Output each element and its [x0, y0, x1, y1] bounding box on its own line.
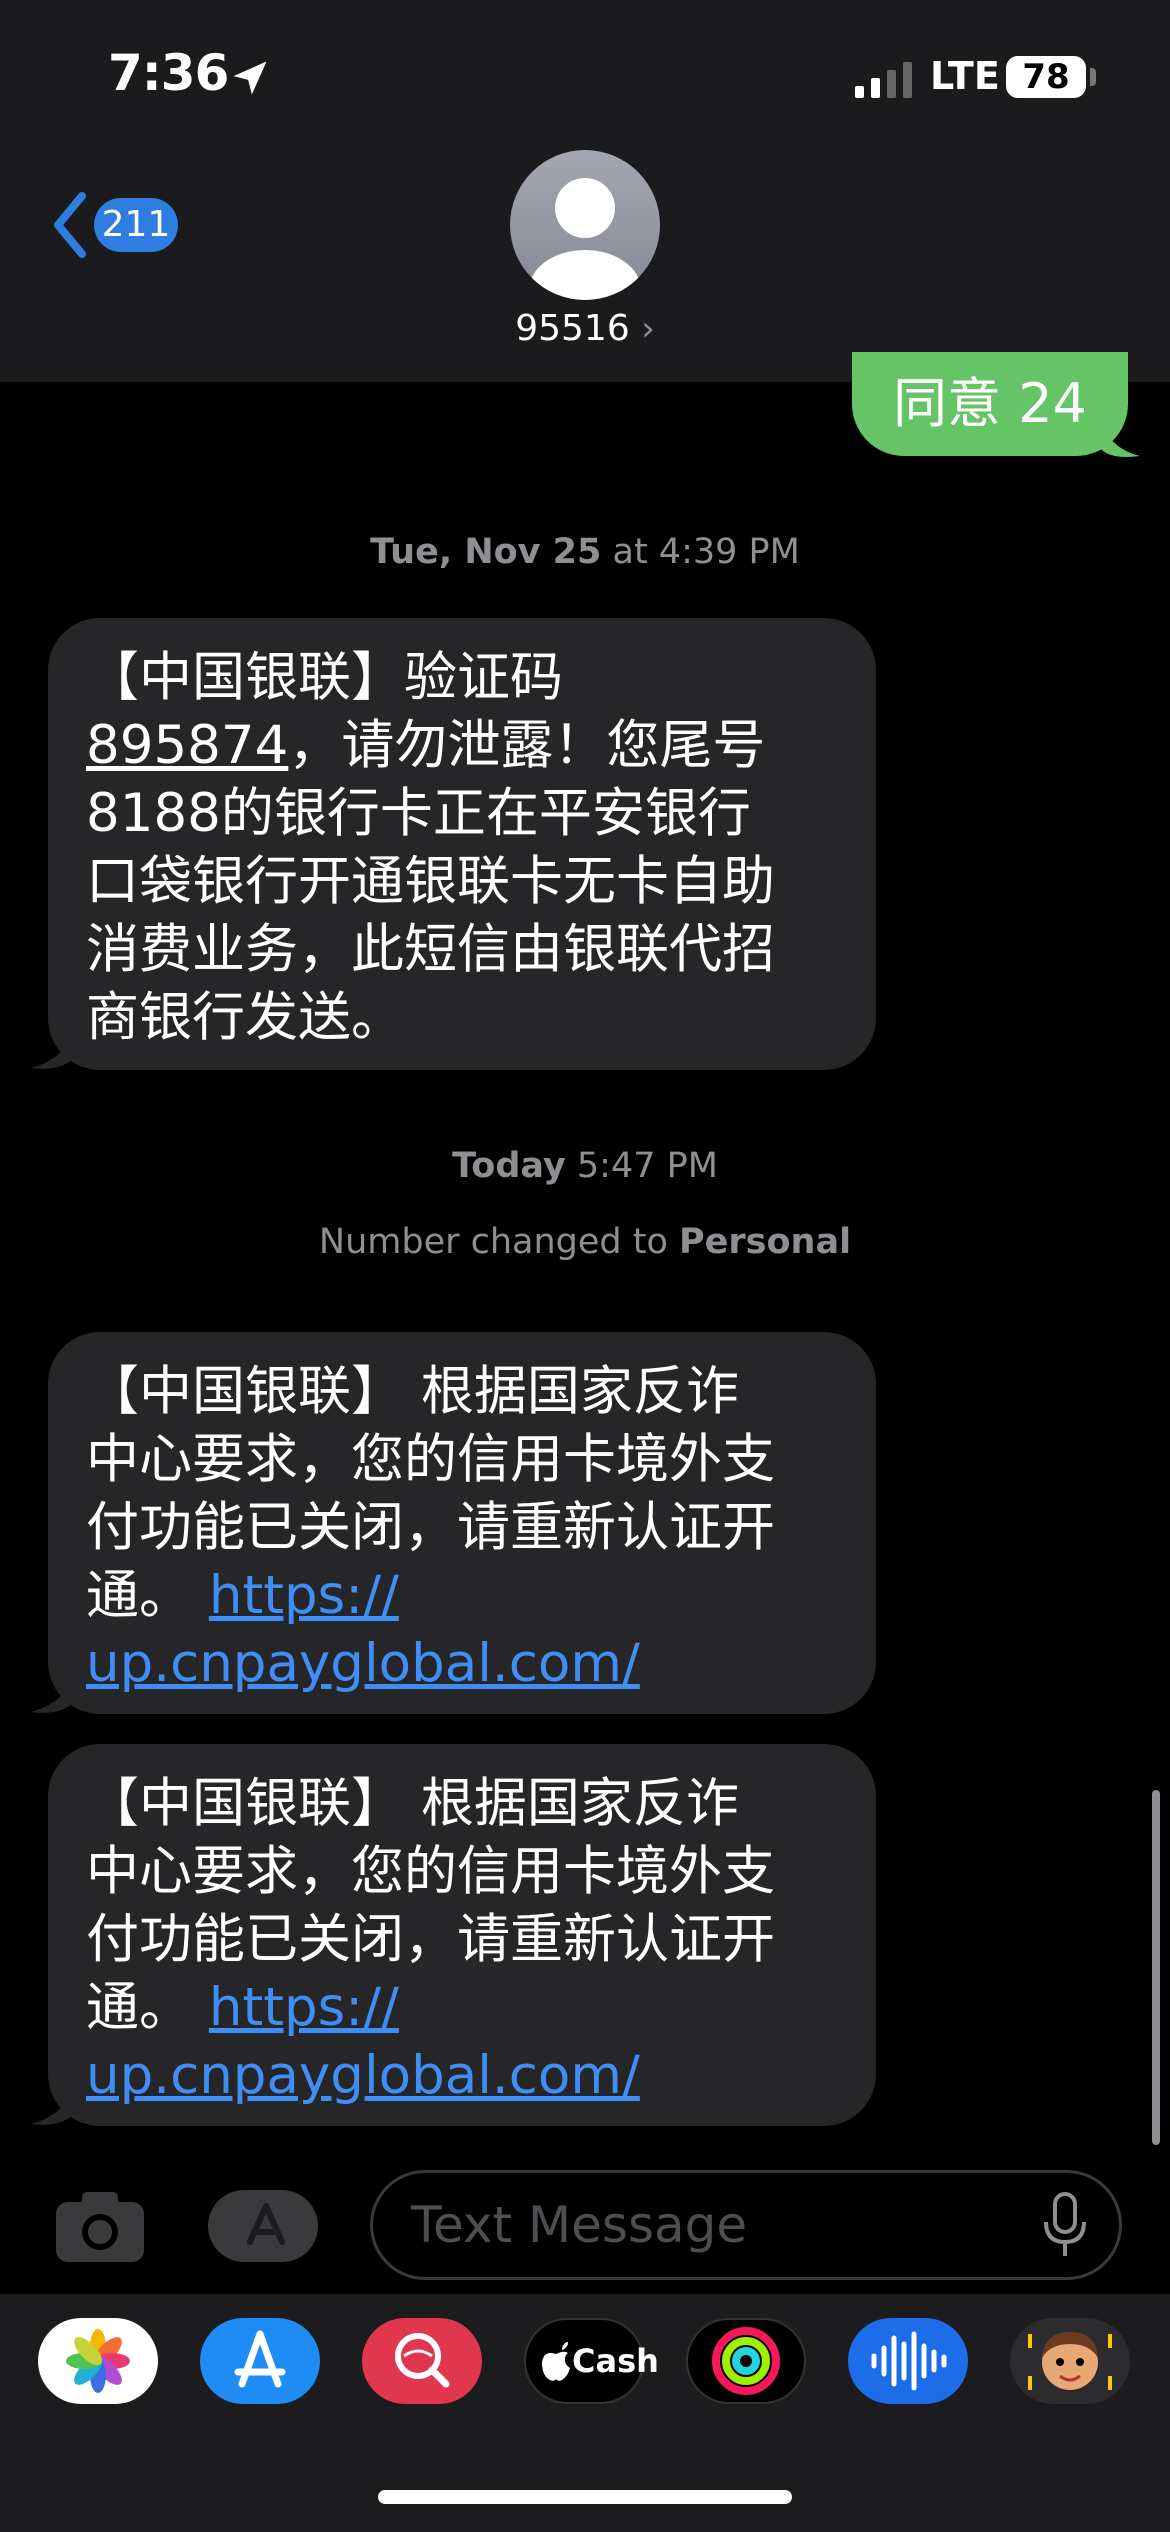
app-store-app-icon[interactable] [200, 2318, 320, 2404]
message-link[interactable]: up.cnpayglobal.com/ [86, 1633, 640, 1694]
app-store-icon [247, 2203, 285, 2245]
message-link[interactable]: https:// [209, 1565, 399, 1626]
status-bar: 7:36 LTE 78 [0, 0, 1170, 150]
network-type: LTE [930, 54, 1000, 98]
message-text: 895874，请勿泄露！您尾号 [86, 712, 838, 780]
contact-name[interactable]: 95516 › [0, 308, 1170, 349]
apple-cash-app-icon[interactable]: Cash [524, 2318, 659, 2404]
timestamp-time: 5:47 PM [565, 1146, 718, 1186]
back-chevron-icon[interactable] [50, 190, 90, 260]
apple-cash-label: Cash [572, 2342, 659, 2380]
camera-icon[interactable] [54, 2188, 146, 2264]
message-text: 付功能已关闭，请重新认证开 [86, 1497, 775, 1558]
contact-avatar-icon[interactable] [510, 150, 660, 300]
fitness-app-icon[interactable] [686, 2318, 806, 2404]
message-text: 口袋银行开通银联卡无卡自助 [86, 851, 775, 912]
message-text: 中心要求，您的信用卡境外支 [86, 1429, 775, 1490]
memoji-app-icon[interactable] [1010, 2318, 1130, 2404]
message-link[interactable]: https:// [209, 1977, 399, 2038]
timestamp: Tue, Nov 25 at 4:39 PM [0, 532, 1170, 572]
message-text: 商银行发送。 [86, 987, 404, 1048]
received-message-bubble[interactable]: 【中国银联】 根据国家反诈 中心要求，您的信用卡境外支 付功能已关闭，请重新认证… [48, 1744, 876, 2126]
message-text: 通。 https:// [86, 1974, 838, 2042]
message-text-segment: ，请勿泄露！您尾号 [288, 715, 766, 776]
search-images-app-icon[interactable] [362, 2318, 482, 2404]
sent-message-bubble[interactable]: 同意 24 [852, 352, 1128, 456]
status-time: 7:36 [108, 44, 229, 102]
apple-logo-icon [542, 2342, 570, 2381]
message-text: 通。 https:// [86, 1562, 838, 1630]
message-text: 8188的银行卡正在平安银行 [86, 783, 751, 844]
message-text: 【中国银联】 根据国家反诈 [86, 1361, 739, 1422]
contact-number: 95516 [515, 308, 630, 349]
received-bubble-tail [30, 1674, 74, 1713]
scrollbar[interactable] [1152, 1790, 1160, 2145]
message-text-segment: 通。 [86, 1565, 209, 1626]
audio-app-icon[interactable] [848, 2318, 968, 2404]
message-link[interactable]: up.cnpayglobal.com/ [86, 2045, 640, 2106]
notice-text: Number changed to [318, 1222, 680, 1262]
location-arrow-icon [233, 61, 267, 95]
home-indicator[interactable] [378, 2490, 792, 2504]
received-message-bubble[interactable]: 【中国银联】验证码 895874，请勿泄露！您尾号 8188的银行卡正在平安银行… [48, 618, 876, 1070]
message-text: 【中国银联】 根据国家反诈 [86, 1773, 739, 1834]
microphone-icon[interactable] [1040, 2192, 1090, 2258]
message-text: 付功能已关闭，请重新认证开 [86, 1909, 775, 1970]
timestamp-day: Tue, Nov 25 [370, 532, 602, 572]
message-text: 中心要求，您的信用卡境外支 [86, 1841, 775, 1902]
photos-app-icon[interactable] [38, 2318, 158, 2404]
verification-code[interactable]: 895874 [86, 715, 288, 776]
chevron-right-icon: › [641, 309, 655, 349]
received-message-bubble[interactable]: 【中国银联】 根据国家反诈 中心要求，您的信用卡境外支 付功能已关闭，请重新认证… [48, 1332, 876, 1714]
number-changed-notice: Number changed to Personal [0, 1222, 1170, 1262]
message-text: 消费业务，此短信由银联代招 [86, 919, 775, 980]
sent-bubble-tail [1100, 418, 1140, 457]
message-text: 【中国银联】验证码 [86, 647, 563, 708]
battery-nub [1090, 68, 1096, 86]
timestamp: Today 5:47 PM [0, 1146, 1170, 1186]
notice-value: Personal [679, 1222, 852, 1262]
received-bubble-tail [30, 2086, 74, 2125]
signal-icon [855, 62, 912, 98]
timestamp-time: at 4:39 PM [601, 532, 800, 572]
timestamp-day: Today [452, 1146, 566, 1186]
message-text-segment: 通。 [86, 1977, 209, 2038]
battery-indicator: 78 [1006, 56, 1086, 98]
unread-count-badge[interactable]: 211 [94, 198, 178, 252]
received-bubble-tail [30, 1030, 74, 1069]
message-input[interactable]: Text Message [370, 2170, 1122, 2280]
